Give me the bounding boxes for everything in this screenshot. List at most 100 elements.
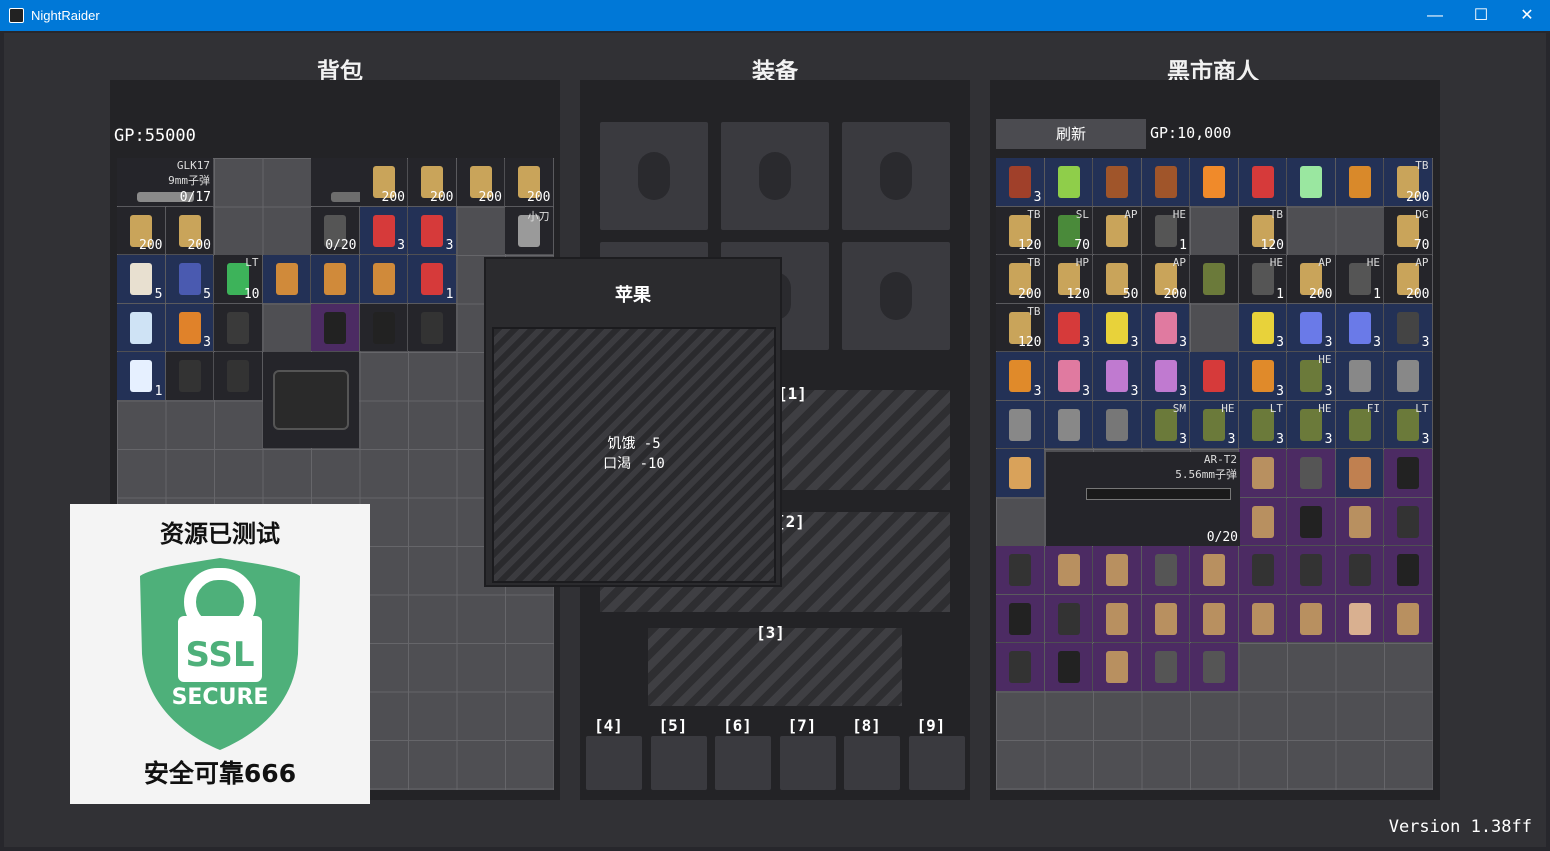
merchant-item[interactable] [1238,497,1286,545]
merchant-item[interactable] [1287,449,1335,497]
merchant-item[interactable] [1190,546,1238,594]
backpack-item[interactable] [117,303,165,351]
merchant-item[interactable]: AP 200 [1287,255,1335,303]
merchant-item[interactable] [1141,546,1189,594]
equip-slot-boots[interactable] [842,242,950,350]
merchant-item[interactable] [996,594,1044,642]
backpack-item[interactable]: 3 [165,303,213,351]
refresh-button[interactable]: 刷新 [996,119,1146,149]
merchant-item[interactable] [996,546,1044,594]
merchant-item[interactable] [1044,158,1092,206]
backpack-item[interactable]: 200 [165,206,213,254]
merchant-item[interactable]: 3 [1141,352,1189,400]
merchant-item[interactable] [1335,546,1383,594]
backpack-item[interactable] [214,352,262,400]
backpack-item[interactable] [311,303,359,351]
close-button[interactable]: ✕ [1504,0,1550,31]
merchant-item[interactable]: 3 [1238,303,1286,351]
merchant-item[interactable] [1190,643,1238,691]
merchant-item[interactable]: LT 3 [1384,400,1432,448]
merchant-item[interactable] [1287,497,1335,545]
merchant-item[interactable]: AP 200 [1384,255,1432,303]
merchant-item[interactable] [1093,594,1141,642]
merchant-item[interactable] [1141,594,1189,642]
merchant-item[interactable]: TB 120 [996,303,1044,351]
merchant-item[interactable]: 3 [1093,352,1141,400]
merchant-item[interactable]: HE 3 [1287,400,1335,448]
backpack-item[interactable] [165,352,213,400]
merchant-item[interactable] [996,643,1044,691]
merchant-item[interactable]: 3 [1287,303,1335,351]
merchant-item[interactable] [1335,158,1383,206]
merchant-item[interactable]: 50 [1093,255,1141,303]
quick-slot-5[interactable] [650,736,707,790]
backpack-item[interactable]: 200 [505,158,553,206]
merchant-item[interactable] [1238,546,1286,594]
merchant-item[interactable] [1384,449,1432,497]
merchant-item[interactable] [1044,400,1092,448]
quick-slot-8[interactable] [844,736,900,790]
backpack-item[interactable] [311,255,359,303]
merchant-item[interactable]: AP [1093,206,1141,254]
merchant-item-rifle[interactable]: AR-T2 5.56mm子弹 0/20 [1046,452,1240,546]
backpack-item[interactable] [214,303,262,351]
merchant-item[interactable] [1190,594,1238,642]
equip-slot-body[interactable] [842,122,950,230]
quick-slot-7[interactable] [779,736,836,790]
backpack-item[interactable]: 5 [165,255,213,303]
minimize-button[interactable]: — [1412,0,1458,31]
backpack-item[interactable]: 200 [456,158,504,206]
merchant-item[interactable]: HE 1 [1335,255,1383,303]
quick-slot-9[interactable] [908,736,965,790]
backpack-item[interactable]: 0/20 [311,206,359,254]
merchant-item[interactable] [1238,594,1286,642]
merchant-item[interactable] [1287,546,1335,594]
merchant-item[interactable]: 3 [996,158,1044,206]
merchant-item[interactable]: 3 [1044,352,1092,400]
merchant-item[interactable]: TB 200 [1384,158,1432,206]
merchant-item[interactable]: HE 3 [1190,400,1238,448]
merchant-item[interactable]: HE 3 [1287,352,1335,400]
backpack-item[interactable]: 200 [359,158,407,206]
merchant-item[interactable]: 3 [1044,303,1092,351]
merchant-item[interactable] [1238,158,1286,206]
backpack-item[interactable]: 3 [359,206,407,254]
backpack-item[interactable]: LT 10 [214,255,262,303]
merchant-item[interactable]: 3 [1335,303,1383,351]
merchant-item[interactable]: LT 3 [1238,400,1286,448]
quick-slot-6[interactable] [715,736,771,790]
backpack-item[interactable] [262,255,310,303]
merchant-item[interactable]: 3 [1384,303,1432,351]
merchant-item[interactable]: 3 [1141,303,1189,351]
merchant-item[interactable] [1335,497,1383,545]
merchant-item[interactable] [1141,158,1189,206]
merchant-item[interactable] [1093,158,1141,206]
merchant-item[interactable] [1190,158,1238,206]
merchant-item[interactable] [996,400,1044,448]
merchant-item[interactable] [1384,352,1432,400]
backpack-item[interactable]: 200 [117,206,165,254]
merchant-item[interactable] [1384,594,1432,642]
merchant-item[interactable] [1384,497,1432,545]
maximize-button[interactable]: ☐ [1458,0,1504,31]
merchant-item[interactable] [1335,352,1383,400]
merchant-item[interactable] [996,449,1044,497]
backpack-item[interactable]: 1 [408,255,456,303]
merchant-item[interactable]: HP 120 [1044,255,1092,303]
merchant-item[interactable]: 3 [1093,303,1141,351]
backpack-item[interactable] [359,255,407,303]
merchant-item[interactable] [1093,546,1141,594]
equip-slot-armor[interactable] [721,122,829,230]
merchant-item[interactable]: AP 200 [1141,255,1189,303]
backpack-item[interactable]: 5 [117,255,165,303]
merchant-item[interactable]: FI [1335,400,1383,448]
merchant-item[interactable] [1287,594,1335,642]
merchant-item[interactable] [1287,158,1335,206]
merchant-item[interactable]: HE 1 [1141,206,1189,254]
merchant-item[interactable]: TB 120 [996,206,1044,254]
merchant-item[interactable] [1044,643,1092,691]
backpack-item[interactable]: 1 [117,352,165,400]
merchant-item[interactable]: SM 3 [1141,400,1189,448]
backpack-item[interactable]: 200 [408,158,456,206]
backpack-item[interactable]: 小刀 [505,206,553,254]
